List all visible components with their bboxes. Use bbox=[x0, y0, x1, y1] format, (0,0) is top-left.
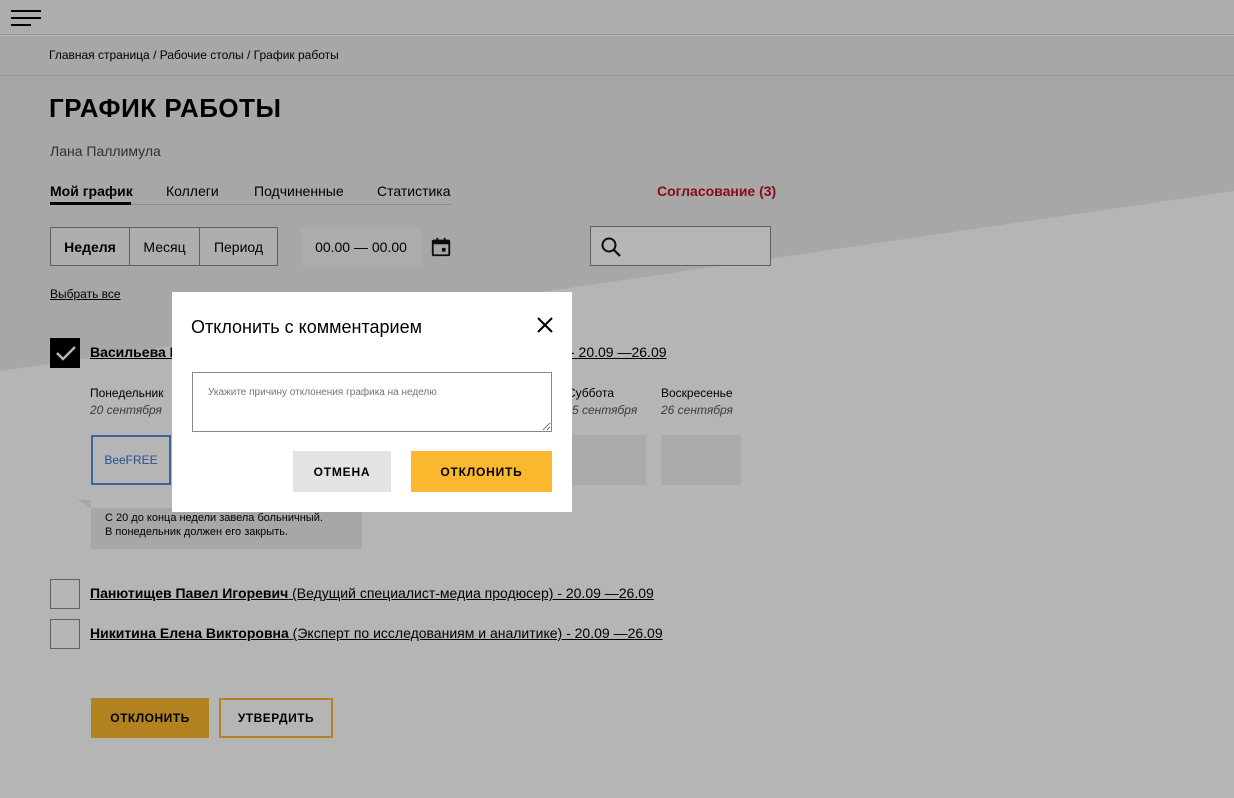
reject-reason-field[interactable] bbox=[192, 372, 552, 432]
reject-modal: Отклонить с комментарием ОТМЕНА ОТКЛОНИТ… bbox=[172, 292, 572, 512]
cancel-button[interactable]: ОТМЕНА bbox=[293, 451, 391, 492]
close-icon[interactable] bbox=[536, 316, 554, 334]
modal-title: Отклонить с комментарием bbox=[191, 317, 422, 337]
confirm-reject-button[interactable]: ОТКЛОНИТЬ bbox=[411, 451, 552, 492]
